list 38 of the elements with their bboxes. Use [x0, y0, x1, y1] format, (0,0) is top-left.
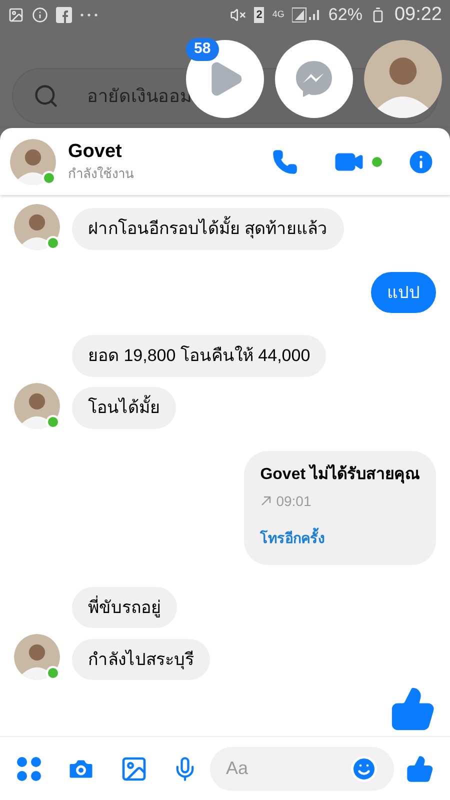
avatar-icon: [14, 204, 60, 250]
message-bubble: พี่ขับรถอยู่: [72, 586, 177, 628]
message-bubble: ยอด 19,800 โอนคืนให้ 44,000: [72, 335, 326, 376]
signal-icon: [292, 7, 320, 23]
more-icon: [80, 13, 98, 17]
battery-percent: 62%: [328, 4, 362, 26]
phone-icon[interactable]: [272, 148, 298, 174]
emoji-icon[interactable]: [350, 754, 378, 782]
avatar-icon: [10, 138, 56, 184]
message-input[interactable]: Aa: [226, 755, 350, 782]
network-type: 4G: [272, 8, 284, 22]
gallery-icon: [8, 7, 24, 23]
message-bubble: กำลังไปสระบุรี: [72, 638, 210, 680]
avatar-icon: [14, 382, 60, 428]
outgoing-arrow-icon: [260, 495, 272, 507]
like-icon[interactable]: [406, 754, 434, 782]
menu-dots-icon[interactable]: [16, 756, 42, 782]
like-icon: [390, 686, 436, 732]
missed-call-title: Govet ไม่ได้รับสายคุณ: [260, 463, 420, 486]
message-bubble: แปป: [371, 272, 436, 313]
gallery-icon[interactable]: [120, 754, 148, 782]
contact-name: Govet: [68, 140, 123, 164]
call-again-link[interactable]: โทรอีกครั้ง: [260, 528, 420, 548]
mute-icon: [230, 7, 246, 23]
message-field[interactable]: Aa: [210, 746, 394, 790]
avatar-icon: [364, 40, 442, 118]
clock: 09:22: [394, 2, 442, 27]
search-icon: [33, 83, 59, 109]
message-bubble: ฝากโอนอีกรอบได้มั้ย สุดท้ายแล้ว: [72, 208, 344, 250]
search-text: อายัดเงินออม: [87, 84, 192, 108]
messenger-icon: [294, 59, 334, 99]
avatar-icon: [14, 634, 60, 680]
badge-count: 58: [186, 38, 219, 60]
message-bubble: โอนได้มั้ย: [72, 387, 176, 428]
call-time: 09:01: [276, 492, 312, 510]
facebook-icon: [56, 7, 72, 23]
contact-status: กำลังใช้งาน: [68, 164, 135, 183]
sim-badge: 2: [254, 6, 264, 24]
